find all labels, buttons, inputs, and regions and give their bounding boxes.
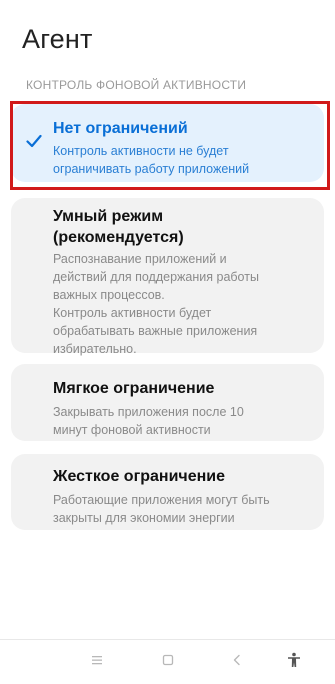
- option-title: Нет ограничений: [53, 120, 188, 137]
- back-icon[interactable]: [230, 654, 244, 666]
- checkmark-icon: [26, 134, 42, 148]
- option-title: Мягкое ограничение: [53, 380, 215, 397]
- option-hard-restriction[interactable]: Жесткое ограничение Работающие приложени…: [11, 454, 324, 530]
- option-smart-mode[interactable]: Умный режим (рекомендуется) Распознавани…: [11, 198, 324, 356]
- accessibility-icon[interactable]: [286, 652, 302, 668]
- option-soft-restriction[interactable]: Мягкое ограничение Закрывать приложения …: [11, 364, 324, 441]
- page-title: Агент: [22, 24, 93, 54]
- option-no-restrictions[interactable]: Нет ограничений Контроль активности не б…: [11, 104, 324, 182]
- option-description: Закрывать приложения после 10 минут фоно…: [53, 405, 244, 437]
- option-title: Умный режим (рекомендуется): [53, 208, 184, 246]
- section-label: КОНТРОЛЬ ФОНОВОЙ АКТИВНОСТИ: [26, 78, 247, 92]
- option-description: Контроль активности не будет ограничиват…: [53, 144, 250, 176]
- home-icon[interactable]: [161, 654, 175, 666]
- menu-icon[interactable]: [90, 654, 104, 666]
- option-description: Распознавание приложений и действий для …: [53, 252, 259, 356]
- option-description: Работающие приложения могут быть закрыты…: [53, 493, 270, 525]
- option-title: Жесткое ограничение: [53, 468, 225, 485]
- navigation-bar: [0, 640, 335, 684]
